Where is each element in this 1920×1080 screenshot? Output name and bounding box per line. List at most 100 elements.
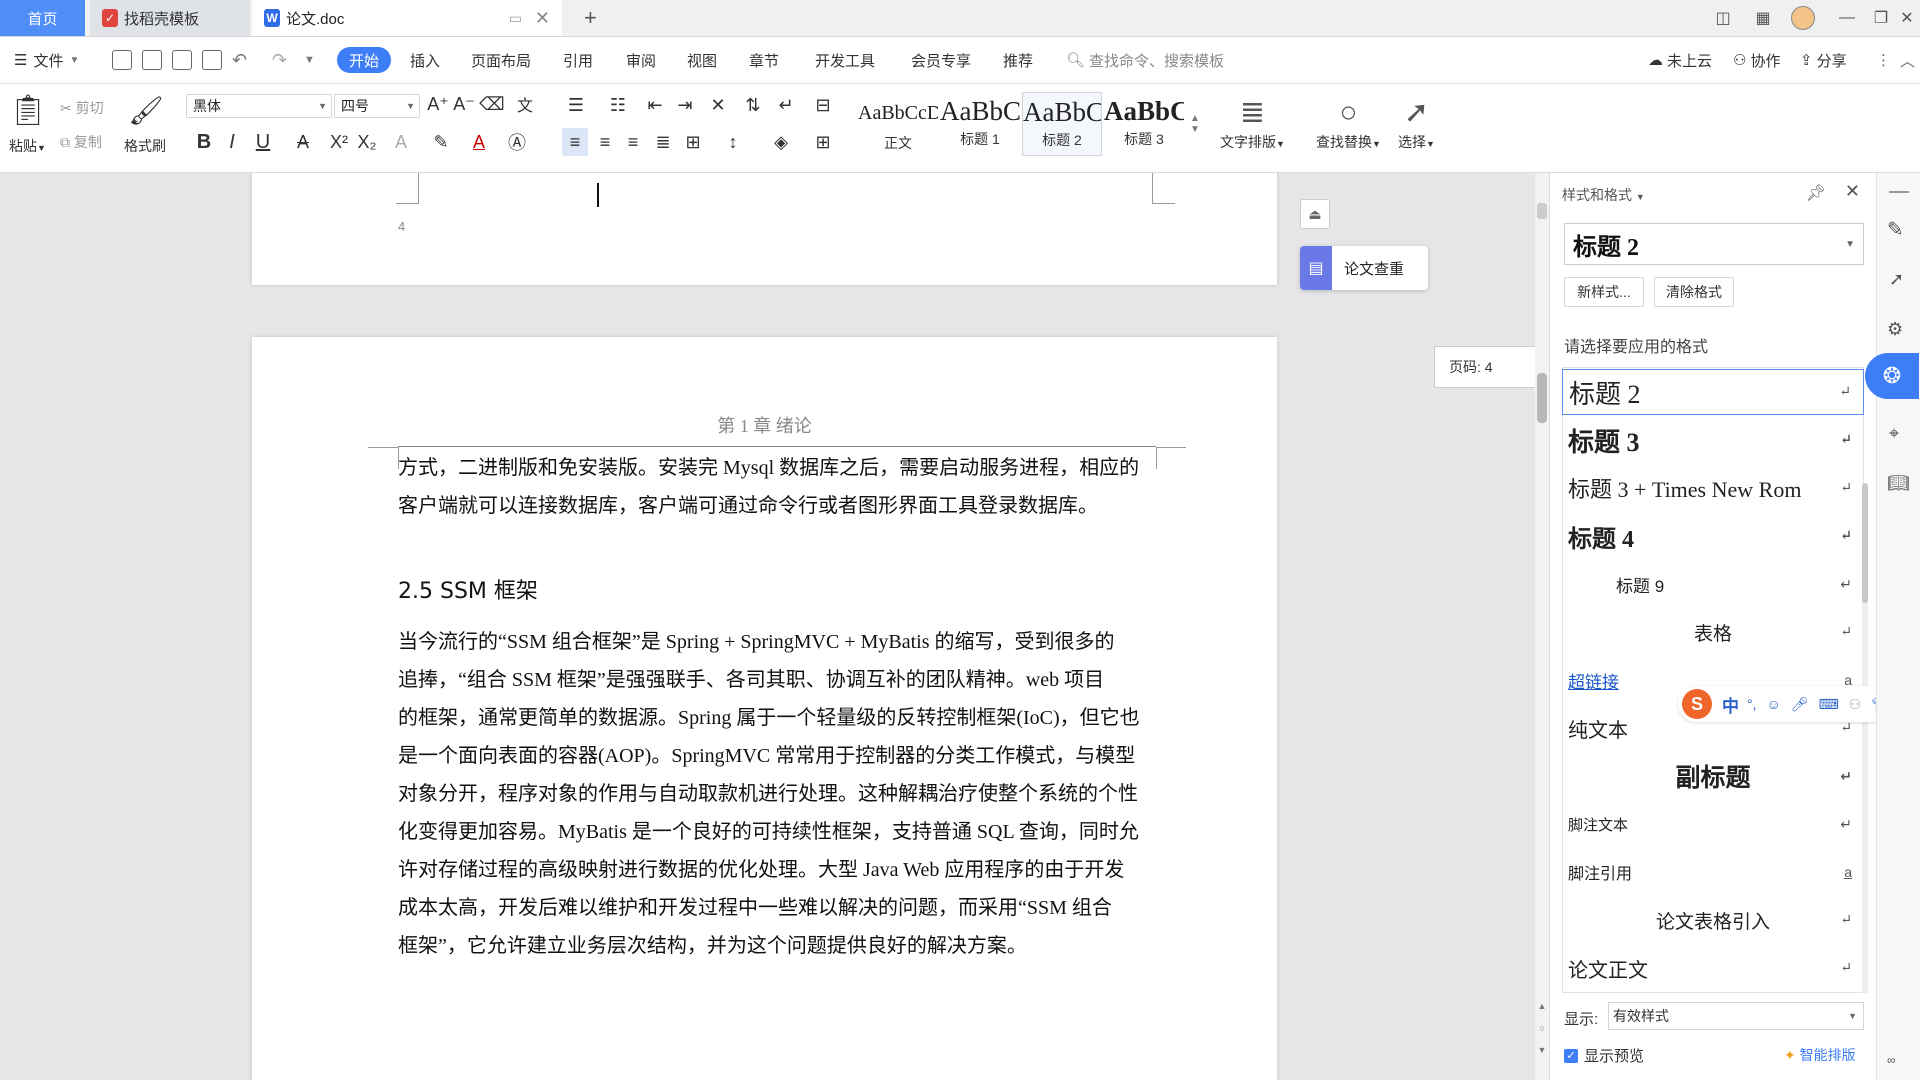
- chinese-layout-icon[interactable]: ✕: [704, 92, 732, 118]
- align-right-icon[interactable]: ≡: [620, 128, 646, 156]
- export-pdf-icon[interactable]: [142, 50, 162, 70]
- borders-icon[interactable]: ⊞: [808, 128, 838, 156]
- grid-apps-icon[interactable]: ▦: [1748, 0, 1778, 36]
- command-search[interactable]: 🔍︎ 查找命令、搜索模板: [1066, 47, 1224, 73]
- scroll-thumb[interactable]: [1537, 373, 1547, 423]
- font-size-select[interactable]: 四号 ▼: [334, 94, 420, 118]
- shading-icon[interactable]: ◈: [766, 128, 796, 156]
- style-item-paper-body[interactable]: 论文正文 ↵: [1562, 945, 1864, 991]
- redo-icon[interactable]: ↷: [272, 47, 287, 73]
- tab-review[interactable]: 审阅: [626, 47, 656, 73]
- cloud-status[interactable]: ☁ 未上云: [1648, 47, 1712, 73]
- paste-button[interactable]: 粘贴▼: [9, 136, 46, 156]
- tab-start[interactable]: 开始: [337, 47, 392, 73]
- grow-font-icon[interactable]: A⁺: [426, 92, 450, 116]
- copy-button[interactable]: ⧉ 复制: [60, 132, 102, 152]
- location-icon[interactable]: ⌖: [1889, 423, 1899, 444]
- select-button[interactable]: ➚ 选择▼: [1398, 94, 1435, 152]
- text-layout-button[interactable]: ≣ 文字排版▼: [1220, 94, 1285, 152]
- style-item-heading-4[interactable]: 标题 4 ↵: [1562, 513, 1864, 559]
- text-effect-icon[interactable]: A: [386, 128, 416, 156]
- show-preview-toggle[interactable]: ✓ 显示预览: [1564, 1045, 1644, 1066]
- superscript-icon[interactable]: X²: [326, 128, 352, 156]
- tab-developer[interactable]: 开发工具: [815, 47, 875, 73]
- tab-member[interactable]: 会员专享: [911, 47, 971, 73]
- style-item-paper-table-intro[interactable]: 论文表格引入 ↵: [1562, 897, 1864, 943]
- avatar[interactable]: [1788, 0, 1818, 36]
- minimize-icon[interactable]: —: [1832, 0, 1862, 36]
- bullet-list-icon[interactable]: ☰: [562, 92, 590, 118]
- more-tools-icon[interactable]: ∞: [1887, 1053, 1896, 1067]
- tab-insert[interactable]: 插入: [410, 47, 440, 73]
- tab-recommend[interactable]: 推荐: [1003, 47, 1033, 73]
- distribute-icon[interactable]: ⊞: [680, 128, 706, 156]
- tab-template[interactable]: ✓ 找稻壳模板: [90, 0, 250, 36]
- find-replace-button[interactable]: ○ 查找替换▼: [1316, 94, 1381, 152]
- char-border-icon[interactable]: Ⓐ: [504, 128, 530, 156]
- style-list-scrollbar[interactable]: [1862, 483, 1868, 993]
- increase-indent-icon[interactable]: ⇥: [672, 92, 698, 118]
- style-list-scroll-thumb[interactable]: [1862, 483, 1868, 603]
- collaborate-button[interactable]: ⚇ 协作: [1733, 47, 1780, 73]
- edit-style-icon[interactable]: ✎: [1887, 217, 1904, 242]
- show-marks-icon[interactable]: ↵: [772, 92, 800, 118]
- align-center-icon[interactable]: ≡: [592, 128, 618, 156]
- paper-check-button[interactable]: ▤ 论文查重: [1300, 246, 1428, 290]
- tab-stop-icon[interactable]: ⊟: [810, 92, 836, 118]
- tab-chapter[interactable]: 章节: [749, 47, 779, 73]
- eraser-icon[interactable]: ⌫: [479, 92, 504, 116]
- highlight-icon[interactable]: ✎: [426, 128, 456, 156]
- select-cursor-icon[interactable]: ➚: [1889, 269, 1904, 290]
- subscript-icon[interactable]: X₂: [354, 128, 380, 156]
- font-name-select[interactable]: 黑体 ▼: [186, 94, 332, 118]
- maximize-icon[interactable]: ❐: [1868, 0, 1894, 36]
- paragraph-1[interactable]: 方式，二进制版和免安装版。安装完 Mysql 数据库之后，需要启动服务进程，相应…: [398, 449, 1178, 525]
- clear-format-button[interactable]: 清除格式: [1654, 277, 1734, 307]
- reading-icon[interactable]: 📖︎: [1887, 473, 1910, 494]
- style-item-subtitle[interactable]: 副标题 ↵: [1562, 753, 1864, 799]
- emoji-icon[interactable]: ☺: [1767, 696, 1781, 712]
- sort-icon[interactable]: ⇅: [740, 92, 766, 118]
- style-item-footnote-ref[interactable]: 脚注引用 a: [1562, 849, 1864, 895]
- adjust-icon[interactable]: ⚙: [1887, 319, 1903, 340]
- style-gallery-scroll[interactable]: ▲ ▼: [1188, 94, 1202, 154]
- underline-icon[interactable]: U: [248, 128, 278, 156]
- close-panel-icon[interactable]: ✕: [1845, 181, 1860, 202]
- new-style-button[interactable]: 新样式...: [1564, 277, 1644, 307]
- italic-icon[interactable]: I: [220, 128, 244, 156]
- style-heading-3[interactable]: AaBbC 标题 3: [1104, 92, 1184, 156]
- tab-references[interactable]: 引用: [563, 47, 593, 73]
- font-color-icon[interactable]: A: [464, 128, 494, 156]
- layout-icon[interactable]: ◫: [1708, 0, 1738, 36]
- microphone-icon[interactable]: 🎤︎: [1791, 696, 1809, 713]
- line-spacing-icon[interactable]: ↕: [718, 128, 748, 156]
- close-tab-icon[interactable]: ✕: [535, 8, 550, 29]
- paste-icon[interactable]: 📋︎: [9, 90, 47, 130]
- style-heading-1[interactable]: AaBbC 标题 1: [940, 92, 1020, 156]
- tab-home[interactable]: 首页: [0, 0, 85, 36]
- undo-icon[interactable]: ↶: [232, 47, 247, 73]
- tab-document[interactable]: W 论文.doc ▭ ✕: [252, 0, 562, 36]
- print-icon[interactable]: [172, 50, 192, 70]
- ime-mode-toggle[interactable]: 中: [1722, 692, 1739, 717]
- current-style-select[interactable]: 标题 2 ▼: [1564, 223, 1864, 265]
- panel-title[interactable]: 样式和格式 ▼: [1562, 185, 1645, 205]
- bold-icon[interactable]: B: [192, 128, 216, 156]
- numbered-list-icon[interactable]: ☷: [604, 92, 632, 118]
- close-window-icon[interactable]: ✕: [1894, 0, 1920, 36]
- decrease-indent-icon[interactable]: ⇤: [642, 92, 668, 118]
- customize-toolbar-icon[interactable]: ▼: [304, 47, 315, 73]
- align-left-icon[interactable]: ≡: [562, 128, 588, 156]
- phonetic-guide-icon[interactable]: 文: [510, 92, 540, 116]
- paragraph-2[interactable]: 当今流行的“SSM 组合框架”是 Spring + SpringMVC + My…: [398, 623, 1178, 965]
- page-current[interactable]: 第 1 章 绪论 方式，二进制版和免安装版。安装完 Mysql 数据库之后，需要…: [252, 337, 1277, 1080]
- next-page-icon[interactable]: ▼: [1536, 1045, 1548, 1059]
- tab-view[interactable]: 视图: [687, 47, 717, 73]
- style-item-heading-9[interactable]: 标题 9 ↵: [1562, 561, 1864, 607]
- collapse-ribbon-icon[interactable]: ︿: [1900, 47, 1915, 73]
- scroll-up-arrow[interactable]: [1537, 203, 1547, 219]
- pin-icon[interactable]: 📌︎: [1806, 183, 1826, 203]
- restore-tab-icon[interactable]: ▭: [509, 10, 522, 27]
- strikethrough-icon[interactable]: A: [288, 128, 318, 156]
- smart-layout-link[interactable]: ✦ 智能排版: [1784, 1045, 1856, 1065]
